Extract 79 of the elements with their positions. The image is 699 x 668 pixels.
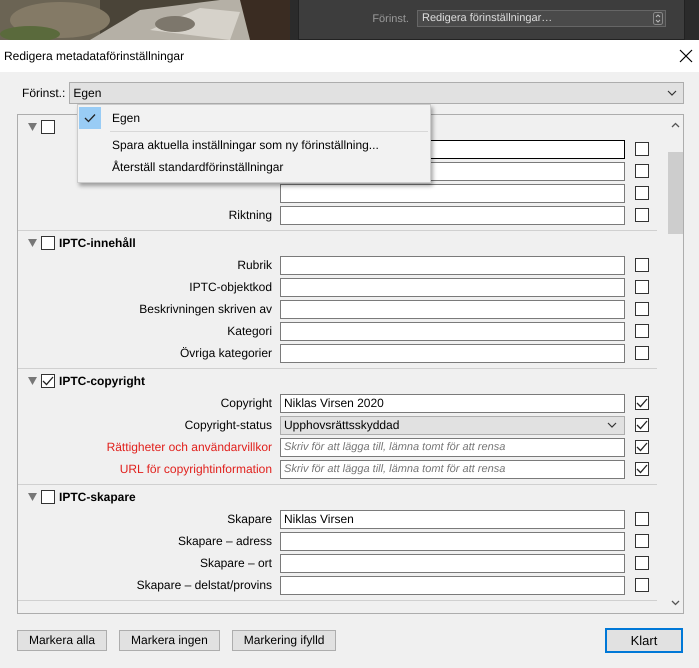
field-label: IPTC-objektkod <box>188 279 273 296</box>
row-checkbox[interactable] <box>635 324 649 338</box>
select-field[interactable]: Upphovsrättsskyddad <box>280 416 625 434</box>
input-field[interactable]: Skriv för att lägga till, lämna tomt för att rensa <box>280 438 625 456</box>
field-label: Skapare <box>226 511 273 528</box>
input-field[interactable] <box>280 532 625 550</box>
section-title: IPTC-skapare <box>59 489 136 506</box>
menu-item[interactable]: Återställ standardförinställningar <box>78 156 430 178</box>
input-field[interactable]: Niklas Virsen <box>280 510 625 528</box>
field-label: Copyright <box>220 395 273 412</box>
row-checkbox[interactable] <box>635 578 649 592</box>
field-label: Riktning <box>228 207 273 224</box>
row-checkbox[interactable] <box>635 556 649 570</box>
field-label: Rubrik <box>236 257 273 274</box>
chevron-down-icon <box>607 422 617 428</box>
chevron-down-icon <box>667 90 677 96</box>
section-checkbox[interactable] <box>41 374 55 388</box>
input-field[interactable] <box>280 576 625 594</box>
row-checkbox[interactable] <box>635 164 649 178</box>
input-field[interactable] <box>280 278 625 296</box>
input-field[interactable] <box>280 322 625 340</box>
row-checkbox[interactable] <box>635 418 649 432</box>
row-checkbox[interactable] <box>635 280 649 294</box>
field-label: Copyright-status <box>184 417 273 434</box>
field-label: Rättigheter och användarvillkor <box>106 439 273 456</box>
field-label: Skapare – adress <box>176 533 273 550</box>
input-field[interactable]: Skriv för att lägga till, lämna tomt för att rensa <box>280 460 625 478</box>
input-field[interactable] <box>280 184 625 202</box>
row-checkbox[interactable] <box>635 534 649 548</box>
section-checkbox[interactable] <box>41 120 55 134</box>
action-button[interactable]: Markering ifylld <box>232 630 336 650</box>
row-checkbox[interactable] <box>635 258 649 272</box>
window-title: Redigera metadataförinställningar <box>4 48 184 65</box>
close-icon[interactable] <box>679 49 693 63</box>
section-checkbox[interactable] <box>41 236 55 250</box>
row-checkbox[interactable] <box>635 512 649 526</box>
section-checkbox[interactable] <box>41 490 55 504</box>
row-checkbox[interactable] <box>635 208 649 222</box>
menu-item[interactable]: Spara aktuella inställningar som ny förinställning... <box>78 134 430 156</box>
input-field[interactable]: Niklas Virsen 2020 <box>280 394 625 412</box>
row-checkbox[interactable] <box>635 186 649 200</box>
preset-label: Förinst.: <box>22 85 66 102</box>
field-label: Kategori <box>226 323 273 340</box>
updown-icon <box>653 12 663 25</box>
input-field[interactable] <box>280 344 625 362</box>
action-button[interactable]: Markera ingen <box>119 630 220 650</box>
section-title: IPTC-innehåll <box>59 235 136 252</box>
row-checkbox[interactable] <box>635 142 649 156</box>
expanded-icon[interactable] <box>28 239 37 247</box>
expanded-icon[interactable] <box>28 493 37 501</box>
scroll-down-icon[interactable] <box>670 600 680 606</box>
preset-value: Egen <box>73 85 102 102</box>
preset-select[interactable]: Redigera förinställningar… <box>417 10 666 27</box>
field-label: Skapare – delstat/provins <box>136 577 273 594</box>
input-field[interactable] <box>280 206 625 224</box>
section-title: IPTC-copyright <box>59 373 145 390</box>
expanded-icon[interactable] <box>28 123 37 131</box>
row-checkbox[interactable] <box>635 302 649 316</box>
field-label: URL för copyrightinformation <box>118 461 273 478</box>
scrollbar-thumb[interactable] <box>668 152 682 234</box>
row-checkbox[interactable] <box>635 462 649 476</box>
preset-label: Förinst. <box>372 12 409 27</box>
row-checkbox[interactable] <box>635 440 649 454</box>
row-checkbox[interactable] <box>635 396 649 410</box>
field-label: Övriga kategorier <box>178 345 273 362</box>
input-field[interactable] <box>280 300 625 318</box>
menu-item[interactable]: Egen <box>78 107 430 129</box>
done-button[interactable]: Klart <box>605 628 683 652</box>
field-label: Beskrivningen skriven av <box>138 301 273 318</box>
expanded-icon[interactable] <box>28 377 37 385</box>
input-field[interactable] <box>280 554 625 572</box>
preset-dropdown[interactable]: Egen <box>69 82 684 104</box>
scroll-up-icon[interactable] <box>670 122 680 128</box>
row-checkbox[interactable] <box>635 346 649 360</box>
preset-value: Redigera förinställningar… <box>422 11 552 26</box>
input-field[interactable] <box>280 256 625 274</box>
checkmark-icon <box>84 113 96 123</box>
action-button[interactable]: Markera alla <box>17 630 108 650</box>
field-label: Skapare – ort <box>198 555 273 572</box>
